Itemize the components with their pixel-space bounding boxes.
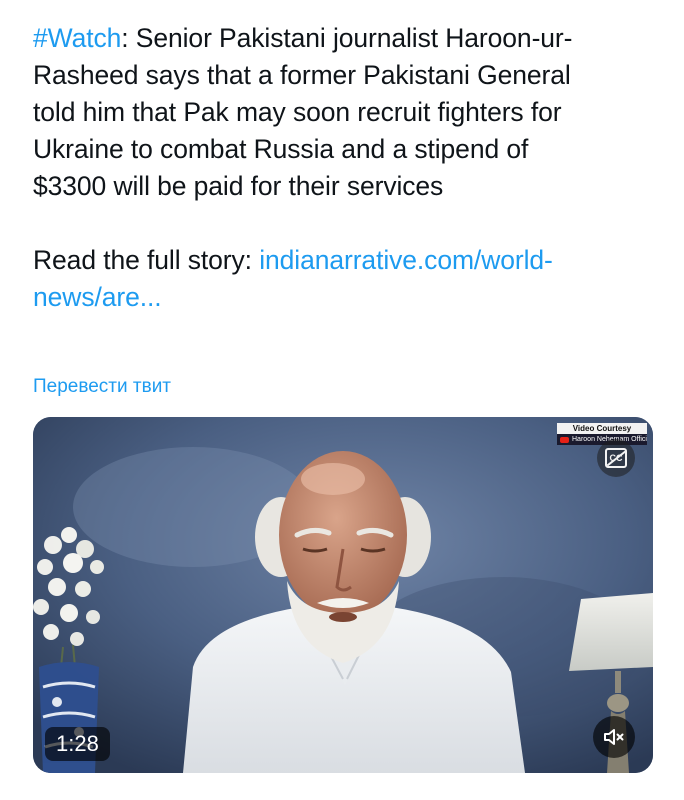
story-link-part[interactable]: indianarrative.com/world-	[259, 245, 553, 275]
translate-tweet-link[interactable]: Перевести твит	[33, 373, 171, 401]
mute-toggle-button[interactable]	[593, 716, 635, 758]
courtesy-title: Video Courtesy	[557, 423, 647, 434]
youtube-icon	[560, 436, 569, 443]
story-link-part[interactable]: news/are...	[33, 282, 162, 312]
captions-off-icon: CC	[605, 448, 627, 468]
video-courtesy-banner: Video Courtesy Haroon Nehemam Official	[557, 423, 647, 445]
speaker-muted-icon	[604, 729, 624, 745]
tweet-text: #Watch: Senior Pakistani journalist Haro…	[33, 20, 658, 316]
tweet-line: Rasheed says that a former Pakistani Gen…	[33, 60, 571, 90]
hashtag-link[interactable]: #Watch	[33, 23, 121, 53]
tweet-line: $3300 will be paid for their services	[33, 171, 444, 201]
tweet-line: : Senior Pakistani journalist Haroon-ur-	[121, 23, 573, 53]
tweet-line: told him that Pak may soon recruit fight…	[33, 97, 562, 127]
captions-toggle-button[interactable]: CC	[597, 439, 635, 477]
video-player[interactable]: Video Courtesy Haroon Nehemam Official C…	[33, 417, 653, 773]
read-more-paragraph: Read the full story: indianarrative.com/…	[33, 242, 658, 316]
video-frame	[33, 417, 653, 773]
video-duration-badge: 1:28	[45, 727, 110, 761]
tweet-paragraph: #Watch: Senior Pakistani journalist Haro…	[33, 20, 658, 205]
read-more-label: Read the full story:	[33, 245, 260, 275]
tweet-line: Ukraine to combat Russia and a stipend o…	[33, 134, 529, 164]
